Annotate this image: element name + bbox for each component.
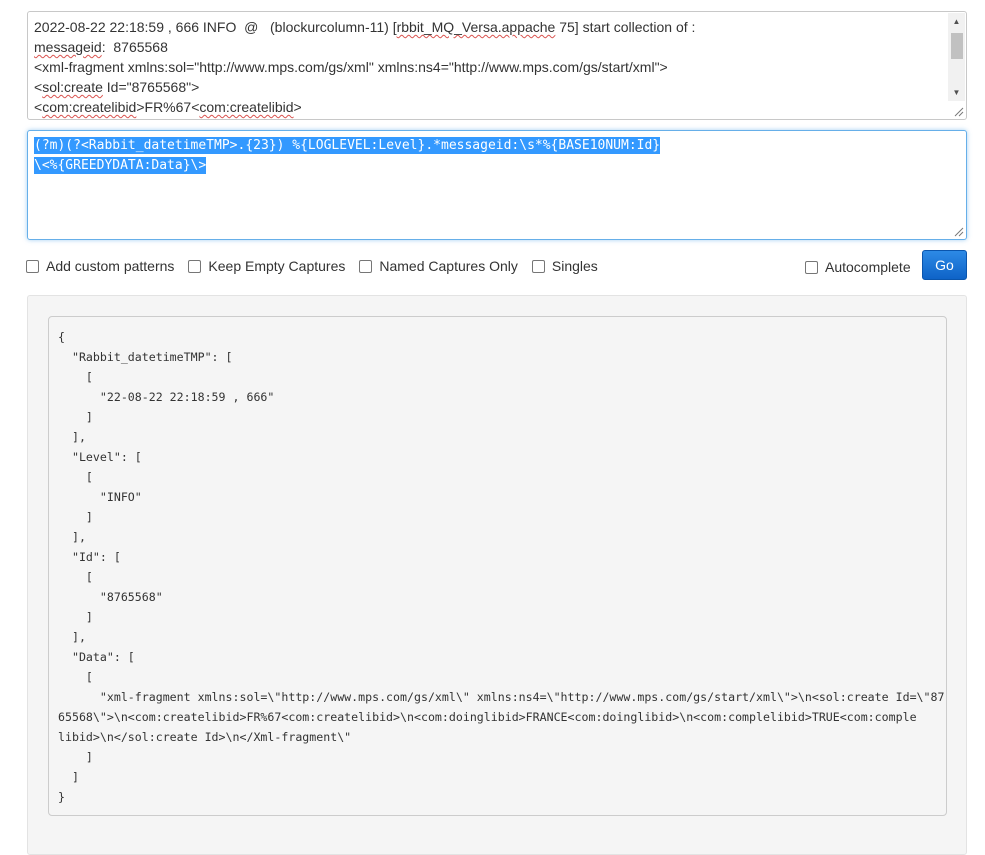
resize-grip-icon[interactable] bbox=[952, 105, 964, 117]
autocomplete-checkbox[interactable] bbox=[805, 260, 818, 274]
singles-option[interactable]: Singles bbox=[531, 258, 598, 274]
go-button[interactable]: Go bbox=[922, 250, 967, 280]
named-captures-only-label: Named Captures Only bbox=[379, 258, 518, 274]
add-custom-patterns-option[interactable]: Add custom patterns bbox=[26, 258, 174, 274]
resize-grip-icon[interactable] bbox=[952, 225, 964, 237]
result-json-output: { "Rabbit_datetimeTMP": [ [ "22-08-22 22… bbox=[48, 316, 947, 816]
result-panel: { "Rabbit_datetimeTMP": [ [ "22-08-22 22… bbox=[27, 295, 967, 855]
keep-empty-captures-option[interactable]: Keep Empty Captures bbox=[188, 258, 345, 274]
log-input-textarea[interactable]: 2022-08-22 22:18:59 , 666 INFO @ (blocku… bbox=[27, 11, 967, 120]
named-captures-only-checkbox[interactable] bbox=[359, 259, 373, 273]
scroll-thumb[interactable] bbox=[951, 33, 963, 59]
keep-empty-captures-label: Keep Empty Captures bbox=[208, 258, 346, 274]
options-row: Add custom patterns Keep Empty Captures … bbox=[26, 256, 612, 276]
autocomplete-label: Autocomplete bbox=[825, 259, 911, 275]
grok-pattern-textarea[interactable]: (?m)(?<Rabbit_datetimeTMP>.{23}) %{LOGLE… bbox=[27, 130, 967, 240]
keep-empty-captures-checkbox[interactable] bbox=[188, 259, 202, 273]
scroll-down-arrow-icon[interactable]: ▼ bbox=[948, 84, 965, 101]
add-custom-patterns-label: Add custom patterns bbox=[46, 258, 175, 274]
log-input-scrollbar[interactable]: ▲ ▼ bbox=[948, 13, 965, 101]
scroll-up-arrow-icon[interactable]: ▲ bbox=[948, 13, 965, 30]
named-captures-only-option[interactable]: Named Captures Only bbox=[359, 258, 518, 274]
add-custom-patterns-checkbox[interactable] bbox=[26, 259, 39, 273]
singles-label: Singles bbox=[551, 258, 598, 274]
grok-pattern-text: (?m)(?<Rabbit_datetimeTMP>.{23}) %{LOGLE… bbox=[34, 137, 661, 174]
singles-checkbox[interactable] bbox=[531, 259, 545, 273]
log-input-text: 2022-08-22 22:18:59 , 666 INFO @ (blocku… bbox=[34, 19, 696, 115]
autocomplete-option[interactable]: Autocomplete bbox=[805, 259, 911, 275]
